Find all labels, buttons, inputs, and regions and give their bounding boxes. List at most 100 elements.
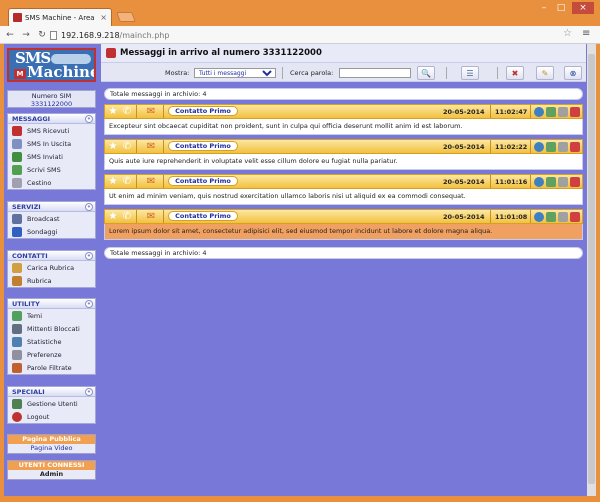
bookmark-star-icon[interactable]: ☆ <box>563 28 572 39</box>
close-button[interactable]: ⊗ <box>564 66 582 80</box>
sidebar-item-rubrica[interactable]: Rubrica <box>8 274 95 287</box>
delete-selected-button[interactable]: ✖ <box>506 66 524 80</box>
contact-name[interactable]: Contatto Primo <box>168 211 238 221</box>
sidebar-item-sms-ricevuti[interactable]: SMS Ricevuti <box>8 124 95 137</box>
reply-icon[interactable]: ✉ <box>146 106 156 117</box>
sidebar-item-cestino[interactable]: Cestino <box>8 176 95 189</box>
divider <box>163 175 164 188</box>
divider <box>136 105 137 118</box>
url-field[interactable]: 192.168.9.218/mainch.php <box>50 29 580 41</box>
sidebar-item-gestione-utenti[interactable]: Gestione Utenti <box>8 397 95 410</box>
scrollbar-thumb[interactable] <box>588 54 595 484</box>
filter-select[interactable]: Tutti i messaggi <box>194 68 276 78</box>
reply-icon[interactable]: ✉ <box>146 211 156 222</box>
sidebar-item-sms-in-uscita[interactable]: SMS In Uscita <box>8 137 95 150</box>
delete-msg-icon[interactable] <box>570 142 580 152</box>
star-icon[interactable]: ★ <box>108 106 118 117</box>
globe-icon[interactable] <box>534 142 544 152</box>
sidebar-item-logout[interactable]: Logout <box>8 410 95 423</box>
public-page-link[interactable]: Pagina Video <box>8 444 95 453</box>
maximize-icon[interactable]: □ <box>553 2 569 14</box>
delete-msg-icon[interactable] <box>570 212 580 222</box>
section-title: SERVIZI <box>12 203 41 211</box>
collapse-icon[interactable]: « <box>85 300 93 308</box>
mark-button[interactable]: ✎ <box>536 66 554 80</box>
contacts-icon <box>12 275 22 286</box>
logo[interactable]: SMS M Machine <box>7 48 96 82</box>
minimize-icon[interactable]: – <box>536 2 552 14</box>
contact-name[interactable]: Contatto Primo <box>168 141 238 151</box>
trash-msg-icon[interactable] <box>558 212 568 222</box>
scrollbar[interactable] <box>587 44 596 496</box>
collapse-icon[interactable]: « <box>85 252 93 260</box>
divider <box>530 175 531 188</box>
phone-small-icon[interactable]: ✆ <box>122 141 132 152</box>
reload-icon[interactable]: ↻ <box>36 29 48 41</box>
connected-users-box: UTENTI CONNESSI Admin <box>7 460 96 480</box>
close-window-icon[interactable]: × <box>572 2 594 14</box>
sent-icon <box>12 151 22 162</box>
phone-small-icon[interactable]: ✆ <box>122 176 132 187</box>
back-icon[interactable]: ← <box>4 29 16 41</box>
phone-small-icon[interactable]: ✆ <box>122 106 132 117</box>
sidebar-item-label: Preferenze <box>27 350 62 359</box>
tab-bar: SMS Machine - Area SX × – □ × <box>0 0 600 26</box>
collapse-icon[interactable]: « <box>85 203 93 211</box>
forward-icon[interactable]: → <box>20 29 32 41</box>
trash-msg-icon[interactable] <box>558 177 568 187</box>
section-header: UTILITY « <box>8 299 95 309</box>
sidebar-item-label: Cestino <box>27 178 52 187</box>
star-icon[interactable]: ★ <box>108 211 118 222</box>
forward-msg-icon[interactable] <box>546 142 556 152</box>
sidebar-item-label: Gestione Utenti <box>27 399 78 408</box>
close-tab-icon[interactable]: × <box>100 13 107 22</box>
globe-icon[interactable] <box>534 212 544 222</box>
browser-menu-icon[interactable]: ≡ <box>582 28 590 39</box>
sidebar-item-broadcast[interactable]: Broadcast <box>8 212 95 225</box>
globe-icon[interactable] <box>534 177 544 187</box>
sidebar-item-sondaggi[interactable]: Sondaggi <box>8 225 95 238</box>
export-button[interactable]: ☰ <box>461 66 479 80</box>
sidebar-item-parole-filtrate[interactable]: Parole Filtrate <box>8 361 95 374</box>
reply-icon[interactable]: ✉ <box>146 176 156 187</box>
sidebar-item-preferenze[interactable]: Preferenze <box>8 348 95 361</box>
collapse-icon[interactable]: « <box>85 388 93 396</box>
sidebar: SMS M Machine Numero SIM 3331122000 MESS… <box>4 44 98 496</box>
forward-msg-icon[interactable] <box>546 177 556 187</box>
reply-icon[interactable]: ✉ <box>146 141 156 152</box>
message-text: Excepteur sint obcaecat cupiditat non pr… <box>104 119 583 135</box>
divider <box>446 67 447 79</box>
public-page-title: Pagina Pubblica <box>8 435 95 444</box>
globe-icon[interactable] <box>534 107 544 117</box>
forward-msg-icon[interactable] <box>546 212 556 222</box>
search-button[interactable]: 🔍 <box>417 66 435 80</box>
sidebar-item-sms-inviati[interactable]: SMS Inviati <box>8 150 95 163</box>
logo-bottom: Machine <box>27 63 96 81</box>
sidebar-item-statistiche[interactable]: Statistiche <box>8 335 95 348</box>
search-input[interactable] <box>339 68 411 78</box>
message-date: 20-05-2014 <box>443 108 485 116</box>
sidebar-item-label: Carica Rubrica <box>27 263 75 272</box>
sim-label: Numero SIM <box>31 92 72 100</box>
section-servizi: SERVIZI « Broadcast Sondaggi <box>7 201 96 239</box>
delete-icon: ✖ <box>511 68 519 78</box>
collapse-icon[interactable]: « <box>85 115 93 123</box>
sidebar-item-carica-rubrica[interactable]: Carica Rubrica <box>8 261 95 274</box>
phone-small-icon[interactable]: ✆ <box>122 211 132 222</box>
trash-msg-icon[interactable] <box>558 107 568 117</box>
star-icon[interactable]: ★ <box>108 176 118 187</box>
sidebar-item-mittenti-bloccati[interactable]: Mittenti Bloccati <box>8 322 95 335</box>
delete-msg-icon[interactable] <box>570 177 580 187</box>
section-speciali: SPECIALI « Gestione Utenti Logout <box>7 386 96 424</box>
sidebar-item-temi[interactable]: Temi <box>8 309 95 322</box>
contact-name[interactable]: Contatto Primo <box>168 106 238 116</box>
star-icon[interactable]: ★ <box>108 141 118 152</box>
delete-msg-icon[interactable] <box>570 107 580 117</box>
contact-name[interactable]: Contatto Primo <box>168 176 238 186</box>
section-header: SPECIALI « <box>8 387 95 397</box>
trash-msg-icon[interactable] <box>558 142 568 152</box>
browser-tab[interactable]: SMS Machine - Area SX × <box>8 8 112 26</box>
new-tab-button[interactable] <box>116 12 136 22</box>
forward-msg-icon[interactable] <box>546 107 556 117</box>
sidebar-item-scrivi-sms[interactable]: Scrivi SMS <box>8 163 95 176</box>
